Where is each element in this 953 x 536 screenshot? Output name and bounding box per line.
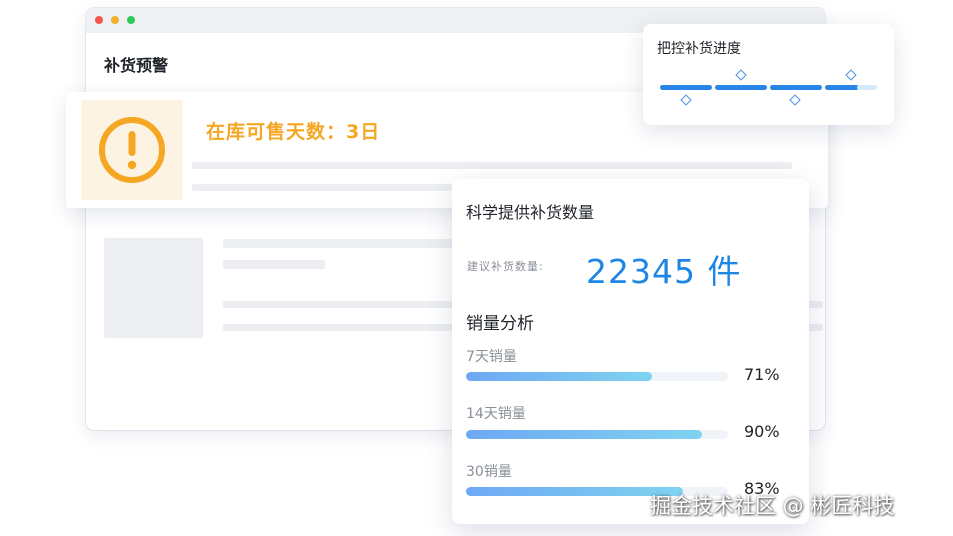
restock-quantity-card: 科学提供补货数量 建议补货数量: 22345 件 销量分析 7天销量 71% 1… xyxy=(452,179,809,524)
progress-segment xyxy=(715,85,767,90)
close-window-button[interactable] xyxy=(95,16,103,24)
watermark-text: 掘金技术社区 @ 彬匠科技 xyxy=(650,494,895,518)
sales-bar-track xyxy=(466,372,728,381)
sales-analysis-title: 销量分析 xyxy=(466,314,534,334)
sales-bar-fill xyxy=(466,430,702,439)
milestone-diamond-icon xyxy=(735,69,747,81)
sales-bar-percent: 90% xyxy=(744,422,780,441)
progress-segment xyxy=(770,85,822,90)
placeholder-line xyxy=(192,184,452,191)
sales-bar-label: 7天销量 xyxy=(466,349,517,365)
milestone-diamond-icon xyxy=(845,69,857,81)
milestone-diamond-icon xyxy=(680,94,692,106)
milestone-diamond-icon xyxy=(789,94,801,106)
progress-segment xyxy=(825,85,859,90)
sellable-days-text: 在库可售天数：3日 xyxy=(206,121,381,143)
suggested-quantity-value: 22345 件 xyxy=(586,252,742,291)
placeholder-line xyxy=(223,260,325,269)
alert-icon-container xyxy=(81,100,183,200)
maximize-window-button[interactable] xyxy=(127,16,135,24)
sales-bar-fill xyxy=(466,372,653,381)
quantity-card-title: 科学提供补货数量 xyxy=(466,203,595,222)
restock-progress-card: 把控补货进度 xyxy=(643,24,894,125)
placeholder-thumbnail xyxy=(104,238,203,338)
progress-card-title: 把控补货进度 xyxy=(657,41,741,57)
placeholder-line xyxy=(223,239,463,248)
sales-bar-percent: 71% xyxy=(744,365,780,384)
minimize-window-button[interactable] xyxy=(111,16,119,24)
sales-bar-label: 14天销量 xyxy=(466,406,526,422)
sales-bar-track xyxy=(466,430,728,439)
progress-segment-remaining xyxy=(857,85,877,90)
sales-bar-label: 30销量 xyxy=(466,464,512,480)
exclamation-circle-icon xyxy=(99,117,165,183)
progress-segment xyxy=(660,85,712,90)
suggested-quantity-label: 建议补货数量: xyxy=(467,260,544,273)
placeholder-line xyxy=(192,162,792,169)
window-title: 补货预警 xyxy=(104,56,169,75)
